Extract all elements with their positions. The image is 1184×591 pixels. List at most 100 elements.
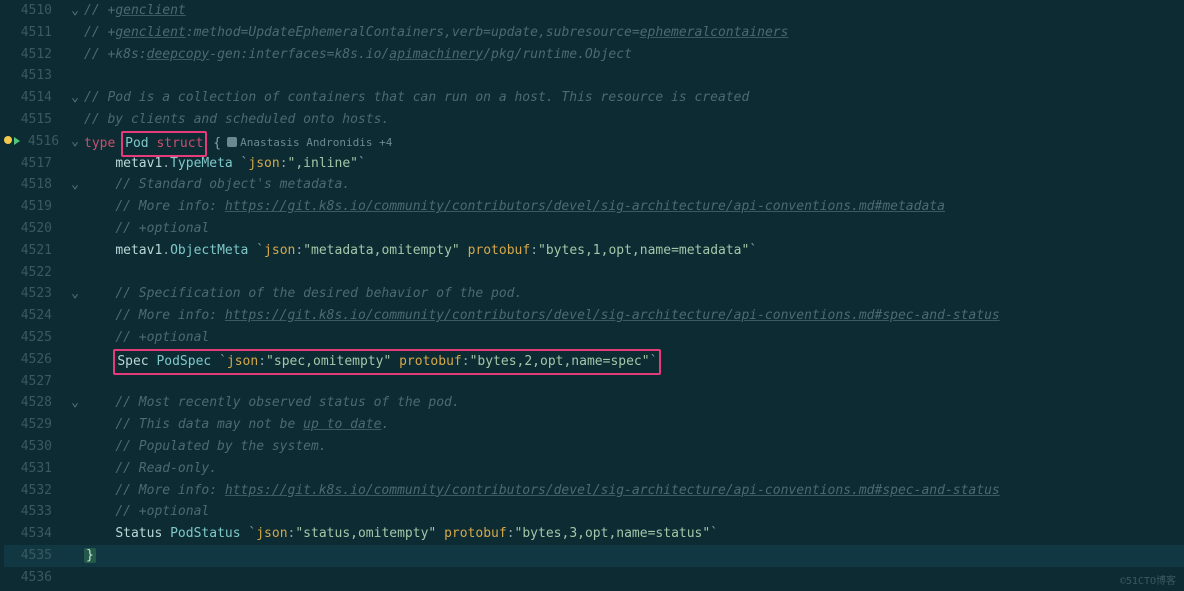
code-line[interactable]: 4530 // Populated by the system. <box>4 436 1184 458</box>
line-number[interactable]: 4524 <box>4 305 66 327</box>
code-content[interactable]: // Most recently observed status of the … <box>84 392 1184 414</box>
code-content[interactable]: // Pod is a collection of containers tha… <box>84 87 1184 109</box>
fold-toggle-icon[interactable]: ⌄ <box>66 87 84 109</box>
code-content[interactable]: // More info: https://git.k8s.io/communi… <box>84 480 1184 502</box>
line-number[interactable]: 4522 <box>4 262 66 284</box>
line-number[interactable]: 4520 <box>4 218 66 240</box>
code-content[interactable]: // +genclient <box>84 0 1184 22</box>
code-area[interactable]: 4510⌄// +genclient4511// +genclient:meth… <box>0 0 1184 591</box>
code-line[interactable]: 4512 // +k8s:deepcopy-gen:interfaces=k8s.… <box>4 44 1184 66</box>
code-content[interactable]: // Specification of the desired behavior… <box>84 283 1184 305</box>
code-content[interactable]: // +optional <box>84 327 1184 349</box>
line-number[interactable]: 4532 <box>4 480 66 502</box>
code-content[interactable]: // More info: https://git.k8s.io/communi… <box>84 196 1184 218</box>
line-number[interactable]: 4523 <box>4 283 66 305</box>
code-content[interactable] <box>84 262 1184 284</box>
code-line[interactable]: 4529 // This data may not be up to date. <box>4 414 1184 436</box>
link-text[interactable]: genclient <box>115 25 185 40</box>
link-text[interactable]: up to date <box>303 417 381 432</box>
code-content[interactable]: // +genclient:method=UpdateEphemeralCont… <box>84 22 1184 44</box>
line-number[interactable]: 4516 <box>4 131 66 153</box>
line-number[interactable]: 4513 <box>4 65 66 87</box>
fold-toggle-icon[interactable]: ⌄ <box>66 392 84 414</box>
line-number[interactable]: 4533 <box>4 501 66 523</box>
code-content[interactable]: // Standard object's metadata. <box>84 174 1184 196</box>
code-line[interactable]: 4532 // More info: https://git.k8s.io/co… <box>4 480 1184 502</box>
code-line[interactable]: 4513 <box>4 65 1184 87</box>
code-content[interactable]: metav1.TypeMeta `json:",inline"` <box>84 153 1184 175</box>
code-line[interactable]: 4516⌄type Pod struct {Anastasis Andronid… <box>4 131 1184 153</box>
line-number[interactable]: 4511 <box>4 22 66 44</box>
fold-toggle-icon[interactable]: ⌄ <box>66 174 84 196</box>
line-number[interactable]: 4519 <box>4 196 66 218</box>
code-line[interactable]: 4533 // +optional <box>4 501 1184 523</box>
link-text[interactable]: genclient <box>115 3 185 18</box>
link-text[interactable]: deepcopy <box>147 47 210 62</box>
line-number[interactable]: 4536 <box>4 567 66 589</box>
code-line[interactable]: 4528⌄ // Most recently observed status o… <box>4 392 1184 414</box>
code-line[interactable]: 4511 // +genclient:method=UpdateEphemeral… <box>4 22 1184 44</box>
code-line[interactable]: 4526 Spec PodSpec `json:"spec,omitempty"… <box>4 349 1184 371</box>
line-number[interactable]: 4528 <box>4 392 66 414</box>
fold-toggle-icon[interactable]: ⌄ <box>66 283 84 305</box>
code-content[interactable] <box>84 65 1184 87</box>
line-number[interactable]: 4530 <box>4 436 66 458</box>
code-line[interactable]: 4524 // More info: https://git.k8s.io/co… <box>4 305 1184 327</box>
code-content[interactable]: // Populated by the system. <box>84 436 1184 458</box>
code-content[interactable]: // +k8s:deepcopy-gen:interfaces=k8s.io/a… <box>84 44 1184 66</box>
fold-toggle-icon[interactable]: ⌄ <box>66 0 84 22</box>
line-number[interactable]: 4510 <box>4 0 66 22</box>
code-line[interactable]: 4521 metav1.ObjectMeta `json:"metadata,o… <box>4 240 1184 262</box>
link-text[interactable]: https://git.k8s.io/community/contributor… <box>225 308 1000 323</box>
author-lens[interactable]: Anastasis Andronidis +4 <box>227 136 392 149</box>
code-content[interactable]: // This data may not be up to date. <box>84 414 1184 436</box>
line-number[interactable]: 4534 <box>4 523 66 545</box>
code-line[interactable]: 4518⌄ // Standard object's metadata. <box>4 174 1184 196</box>
link-text[interactable]: ephemeralcontainers <box>640 25 789 40</box>
code-line[interactable]: 4536 <box>4 567 1184 589</box>
code-line[interactable]: 4519 // More info: https://git.k8s.io/co… <box>4 196 1184 218</box>
code-line[interactable]: 4534 Status PodStatus `json:"status,omit… <box>4 523 1184 545</box>
breakpoint-icon[interactable] <box>4 136 12 144</box>
code-line[interactable]: 4527 <box>4 371 1184 393</box>
line-number[interactable]: 4515 <box>4 109 66 131</box>
code-content[interactable]: // by clients and scheduled onto hosts. <box>84 109 1184 131</box>
link-text[interactable]: apimachinery <box>389 47 483 62</box>
code-line[interactable]: 4510⌄// +genclient <box>4 0 1184 22</box>
code-line[interactable]: 4520 // +optional <box>4 218 1184 240</box>
link-text[interactable]: https://git.k8s.io/community/contributor… <box>225 199 945 214</box>
code-content[interactable]: Status PodStatus `json:"status,omitempty… <box>84 523 1184 545</box>
code-content[interactable] <box>84 567 1184 589</box>
line-number[interactable]: 4531 <box>4 458 66 480</box>
code-content[interactable]: // More info: https://git.k8s.io/communi… <box>84 305 1184 327</box>
line-number[interactable]: 4518 <box>4 174 66 196</box>
code-line[interactable]: 4515 // by clients and scheduled onto hos… <box>4 109 1184 131</box>
code-content[interactable]: // Read-only. <box>84 458 1184 480</box>
code-content[interactable]: } <box>84 545 1184 567</box>
code-line[interactable]: 4523⌄ // Specification of the desired be… <box>4 283 1184 305</box>
code-line[interactable]: 4514⌄// Pod is a collection of container… <box>4 87 1184 109</box>
line-number[interactable]: 4535 <box>4 545 66 567</box>
code-content[interactable]: Spec PodSpec `json:"spec,omitempty" prot… <box>84 349 1184 371</box>
code-line[interactable]: 4531 // Read-only. <box>4 458 1184 480</box>
code-content[interactable] <box>84 371 1184 393</box>
code-content[interactable]: metav1.ObjectMeta `json:"metadata,omitem… <box>84 240 1184 262</box>
line-number[interactable]: 4521 <box>4 240 66 262</box>
code-content[interactable]: // +optional <box>84 218 1184 240</box>
code-content[interactable]: // +optional <box>84 501 1184 523</box>
line-number[interactable]: 4527 <box>4 371 66 393</box>
line-number[interactable]: 4517 <box>4 153 66 175</box>
link-text[interactable]: https://git.k8s.io/community/contributor… <box>225 483 1000 498</box>
code-editor[interactable]: 4510⌄// +genclient4511// +genclient:meth… <box>0 0 1184 591</box>
line-number[interactable]: 4512 <box>4 44 66 66</box>
line-number[interactable]: 4525 <box>4 327 66 349</box>
code-line[interactable]: 4535} <box>4 545 1184 567</box>
fold-toggle-icon[interactable]: ⌄ <box>66 131 84 153</box>
code-content[interactable]: type Pod struct {Anastasis Andronidis +4 <box>84 131 1184 153</box>
code-line[interactable]: 4522 <box>4 262 1184 284</box>
line-number[interactable]: 4526 <box>4 349 66 371</box>
code-line[interactable]: 4525 // +optional <box>4 327 1184 349</box>
line-number[interactable]: 4514 <box>4 87 66 109</box>
line-number[interactable]: 4529 <box>4 414 66 436</box>
code-line[interactable]: 4517 metav1.TypeMeta `json:",inline"` <box>4 153 1184 175</box>
